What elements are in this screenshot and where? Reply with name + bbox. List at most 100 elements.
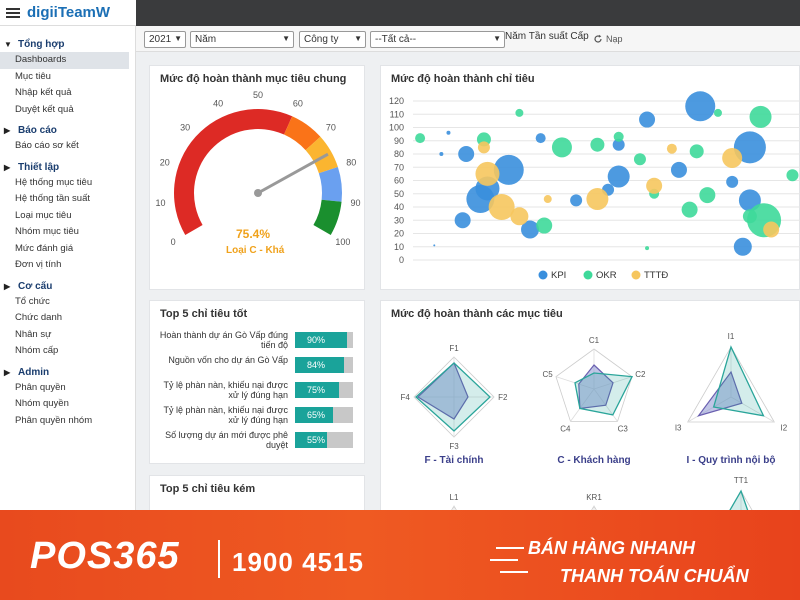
progress-bar: 84%: [295, 357, 353, 373]
chevron-down-icon: ▼: [174, 34, 182, 43]
promo-banner: POS365 1900 4515 BÁN HÀNG NHANH THANH TO…: [0, 510, 800, 600]
sidebar-item[interactable]: Nhân sự: [0, 327, 135, 344]
y-tick-label: 90: [394, 136, 404, 146]
caret-right-icon: ▶: [4, 126, 11, 135]
gauge-pivot: [254, 189, 262, 197]
legend-marker: [631, 270, 641, 280]
sidebar-item[interactable]: Phân quyền nhóm: [0, 413, 135, 430]
bubble-point: [786, 169, 799, 182]
filter-label: Năm Tần suất Cấp: [505, 31, 589, 42]
sidebar-item[interactable]: Báo cáo sơ kết: [0, 138, 135, 155]
top-good-row: Tỷ lệ phàn nàn, khiếu nại được xử lý đún…: [150, 404, 365, 426]
y-tick-label: 70: [394, 162, 404, 172]
menu-icon[interactable]: [6, 7, 20, 18]
bubble-point: [666, 143, 677, 154]
sidebar-item[interactable]: Nhóm quyền: [0, 396, 135, 413]
period-select[interactable]: Năm ▼: [190, 31, 294, 48]
bubble-point: [633, 153, 646, 166]
sidebar-item[interactable]: Duyệt kết quả: [0, 102, 135, 119]
top-good-row: Tỷ lệ phàn nàn, khiếu nại được xử lý đún…: [150, 379, 365, 401]
bubble-point: [433, 244, 436, 247]
banner-slogan-1: BÁN HÀNG NHANH: [528, 538, 695, 558]
banner-slogan-2: THANH TOÁN CHUẨN: [560, 566, 749, 586]
radar-axis-label: F4: [401, 393, 411, 402]
bubble-point: [543, 195, 552, 204]
app-logo[interactable]: digiiTeamW: [27, 4, 110, 21]
gauge-band: [313, 199, 342, 235]
bubble-point: [639, 111, 656, 128]
sidebar-item[interactable]: Nhóm mục tiêu: [0, 224, 135, 241]
sidebar-item[interactable]: Hệ thống tần suất: [0, 191, 135, 208]
bubble-point: [570, 194, 583, 207]
top-good-label: Tỷ lệ phàn nàn, khiếu nại được xử lý đún…: [163, 405, 288, 425]
bubble-point: [726, 175, 739, 188]
gauge-tick-label: 50: [253, 90, 263, 100]
radar-series-target: [574, 372, 634, 416]
sidebar-item[interactable]: Hệ thống mục tiêu: [0, 175, 135, 192]
refresh-icon: [594, 34, 602, 43]
sidebar-group-2[interactable]: ▶ Thiết lập: [0, 159, 135, 175]
gauge-tick-label: 60: [293, 98, 303, 108]
unit-select[interactable]: --Tất cả-- ▼: [370, 31, 505, 48]
chevron-down-icon: ▼: [354, 34, 362, 43]
top-bad-title: Top 5 chỉ tiêu kém: [160, 483, 256, 495]
gauge-tick-label: 0: [171, 237, 176, 247]
sidebar-item[interactable]: Loại mục tiêu: [0, 208, 135, 225]
bubble-point: [670, 161, 687, 178]
caret-right-icon: ▶: [4, 162, 11, 172]
radar-caption: C - Khách hàng: [557, 455, 630, 466]
progress-fill: 84%: [295, 357, 344, 373]
radar-axis-label: I1: [728, 332, 735, 341]
y-tick-label: 30: [394, 215, 404, 225]
sidebar-item[interactable]: Dashboards: [0, 52, 129, 69]
bubble-point: [458, 146, 475, 162]
sidebar-item[interactable]: Mức đánh giá: [0, 241, 135, 258]
sidebar-group-label: Thiết lập: [18, 161, 60, 173]
top-good-card: Top 5 chỉ tiêu tốt Hoàn thành dự án Gò V…: [149, 300, 365, 464]
sidebar-group-label: Admin: [18, 366, 50, 378]
sidebar-group-3[interactable]: ▶ Cơ cấu: [0, 278, 135, 294]
legend-label[interactable]: KPI: [551, 270, 566, 281]
legend-label[interactable]: TTTĐ: [644, 270, 668, 281]
bubble-point: [645, 246, 650, 251]
sidebar-group-4[interactable]: ▶ Admin: [0, 364, 135, 380]
gauge-band: [174, 109, 293, 235]
brand-header: digiiTeamW: [0, 0, 136, 26]
top-good-label: Số lượng dự án mới được phê duyệt: [165, 430, 288, 450]
filter-bar: 2021 ▼ Năm ▼ Công ty ▼ --Tất cả-- ▼ Năm Tần …: [136, 26, 800, 52]
progress-fill: 90%: [295, 332, 348, 348]
radar-axis-label: KR1: [586, 493, 602, 502]
sidebar-group-1[interactable]: ▶ Báo cáo: [0, 122, 135, 138]
sidebar-item[interactable]: Đơn vị tính: [0, 257, 135, 274]
radar-axis-label: C2: [635, 370, 646, 379]
radar-axis-label: C4: [560, 424, 571, 433]
progress-fill: 75%: [295, 382, 339, 398]
top-good-label: Tỷ lệ phàn nàn, khiếu nại được xử lý đún…: [163, 380, 288, 400]
legend-label[interactable]: OKR: [596, 270, 617, 281]
y-tick-label: 120: [389, 96, 404, 106]
bubble-point: [535, 133, 546, 144]
bubble-point: [613, 131, 624, 142]
banner-divider: [218, 540, 220, 578]
scope-select[interactable]: Công ty ▼: [299, 31, 366, 48]
reload-button[interactable]: Nạp: [593, 34, 623, 44]
top-good-row: Hoàn thành dự án Gò Vấp đúng tiến độ 90%: [150, 329, 365, 351]
radar-axis-label: I2: [780, 424, 787, 433]
bubble-point: [681, 201, 698, 218]
sidebar-item[interactable]: Chức danh: [0, 310, 135, 327]
sidebar-item[interactable]: Nhập kết quả: [0, 85, 135, 102]
sidebar-item[interactable]: Nhóm cấp: [0, 343, 135, 360]
y-tick-label: 50: [394, 189, 404, 199]
sidebar-item[interactable]: Mục tiêu: [0, 69, 135, 86]
bubble-point: [475, 161, 500, 186]
radar-caption: F - Tài chính: [425, 455, 484, 466]
bubble-point: [439, 152, 444, 156]
sidebar-item[interactable]: Phân quyền: [0, 380, 135, 397]
caret-right-icon: ▶: [4, 367, 11, 377]
year-select[interactable]: 2021 ▼: [144, 31, 186, 48]
bubble-point: [586, 188, 609, 211]
radar-axis-label: F1: [449, 344, 459, 353]
progress-bar: 65%: [295, 407, 353, 423]
sidebar-group-0[interactable]: ▼ Tổng hợp: [0, 36, 135, 52]
sidebar-item[interactable]: Tổ chức: [0, 294, 135, 311]
